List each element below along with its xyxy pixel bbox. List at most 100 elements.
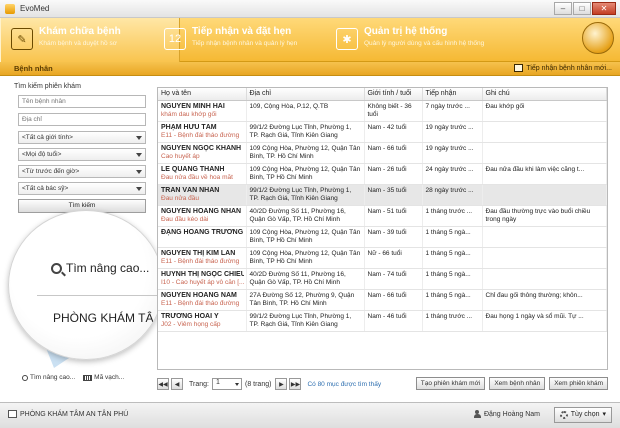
cell-name: NGUYỄN HOÀNG NHÂN Đau đầu kéo dài (158, 205, 247, 227)
options-label: Tùy chọn (570, 411, 600, 418)
current-user[interactable]: Đặng Hoàng Nam (473, 410, 540, 418)
received-time: 1 tháng 5 ngà... (425, 228, 471, 236)
patient-gender-age: Nam - 66 tuổi (367, 291, 407, 299)
cell-received: 19 ngày trước ... (422, 142, 483, 164)
chevron-down-icon (136, 153, 142, 157)
tab-quan-tri[interactable]: ✱ Quản trị hệ thống Quản lý người dùng v… (326, 18, 526, 62)
search-panel-title: Tìm kiếm phiên khám (14, 83, 81, 90)
column-header-address[interactable]: Địa chỉ (246, 88, 365, 101)
patient-address: 99/1/2 Đường Lục Tỉnh, Phường 1, TP. Rạc… (249, 123, 352, 140)
patient-name: PHẠM HỮU TÂM (161, 123, 217, 131)
patient-name-input[interactable] (18, 95, 146, 108)
barcode-link[interactable]: Mã vạch... (83, 374, 124, 381)
table-row[interactable]: TRẦN VĂN NHÂN Đau nửa đầu 99/1/2 Đường Lục… (158, 184, 607, 206)
user-icon (473, 410, 481, 418)
table-row[interactable]: LÊ QUANG THANH Đau nửa đầu về hoa mắt 109 … (158, 163, 607, 185)
tab-kham-chua-benh[interactable]: ✎ Khám chữa bệnh Khám bệnh và duyệt hồ s… (0, 18, 180, 62)
options-button[interactable]: Tùy chọn ▾ (553, 407, 612, 423)
cell-gender-age: Nam - 39 tuổi (364, 226, 423, 248)
maximize-button[interactable]: □ (573, 2, 591, 15)
statusbar: PHÒNG KHÁM TÂM AN TÂN PHÚ Đặng Hoàng Nam… (0, 402, 620, 428)
cell-gender-age: Nam - 51 tuổi (364, 205, 423, 227)
cell-address: 40/2D Đường Số 11, Phường 16, Quận Gò Vấ… (246, 268, 365, 290)
minimize-button[interactable]: – (554, 2, 572, 15)
home-icon (8, 410, 17, 418)
prev-page-button[interactable]: ◀ (171, 378, 183, 390)
view-visit-button[interactable]: Xem phiên khám (549, 377, 608, 390)
address-input[interactable] (18, 113, 146, 126)
close-button[interactable]: ✕ (592, 2, 616, 15)
cell-address: 109 Cộng Hòa, Phường 12, Quận Tân Bình, … (246, 247, 365, 269)
cell-name: PHẠM HỮU TÂM E11 - Bệnh đái tháo đường (158, 121, 247, 143)
results-count: Có 80 mục được tìm thấy (307, 380, 382, 388)
cell-note (482, 142, 607, 164)
new-patient-icon (514, 64, 524, 72)
table-row[interactable]: NGUYỄN HOÀNG NAM E11 - Bệnh đái tháo đườn… (158, 289, 607, 311)
cell-note: Đau đầu thường trực vào buổi chiều trong… (482, 205, 607, 227)
tab-tiep-nhan[interactable]: 12 Tiếp nhận và đặt hẹn Tiếp nhận bệnh n… (154, 18, 344, 62)
age-select[interactable]: <Mọi độ tuổi> (18, 148, 146, 161)
received-time: 19 ngày trước ... (425, 144, 474, 152)
page-select-value: 1 (215, 379, 220, 386)
chevron-down-icon (136, 187, 142, 191)
barcode-icon (83, 374, 93, 381)
patient-diagnosis: E11 - Bệnh đái tháo đường (161, 299, 240, 307)
last-page-button[interactable]: ▶▶ (289, 378, 302, 390)
gear-icon (559, 411, 568, 419)
cell-gender-age: Nam - 66 tuổi (364, 142, 423, 164)
patient-name: NGUYỄN MINH HẢI (161, 102, 225, 110)
received-time: 19 ngày trước ... (425, 123, 474, 131)
table-row[interactable]: NGUYỄN THỊ KIM LAN E11 - Bệnh đái tháo đư… (158, 247, 607, 269)
cell-note: Chỉ đau gối thông thường; khôn... (482, 289, 607, 311)
advanced-search-link[interactable]: Tìm nâng cao... (22, 374, 75, 381)
patient-name: LÊ QUANG THANH (161, 165, 225, 173)
clinic-name: PHÒNG KHÁM TÂM AN TÂN PHÚ (20, 410, 129, 418)
table-row[interactable]: HUỲNH THỊ NGỌC CHIÊU I10 - Cao huyết áp v… (158, 268, 607, 290)
patient-address: 99/1/2 Đường Lục Tỉnh, Phường 1, TP. Rạc… (249, 312, 352, 329)
new-reception-label: Tiếp nhận bệnh nhân mới... (526, 64, 612, 72)
time-select-value: <Từ trước đến giờ> (22, 168, 80, 175)
table-row[interactable]: NGUYỄN HOÀNG NHÂN Đau đầu kéo dài 40/2D Đư… (158, 205, 607, 227)
cell-address: 109 Cộng Hòa, Phường 12, Quận Tân Bình, … (246, 142, 365, 164)
gender-select[interactable]: <Tất cả giới tính> (18, 131, 146, 144)
cell-name: ĐẶNG HOÀNG TRƯỜNG (158, 226, 247, 248)
view-patient-button[interactable]: Xem bệnh nhân (489, 377, 546, 390)
patient-gender-age: Không biết - 36 tuổi (367, 102, 412, 119)
cell-address: 99/1/2 Đường Lục Tỉnh, Phường 1, TP. Rạc… (246, 184, 365, 206)
patient-address: 109, Cộng Hòa, P.12, Q.TB (249, 102, 329, 110)
column-header-name[interactable]: Họ và tên (158, 88, 247, 101)
patient-address: 109 Cộng Hòa, Phường 12, Quận Tân Bình, … (249, 144, 361, 161)
next-page-button[interactable]: ▶ (275, 378, 288, 390)
table-row[interactable]: NGUYỄN NGỌC KHÁNH Cao huyết áp 109 Cộng Hò… (158, 142, 607, 164)
clinic-info: PHÒNG KHÁM TÂM AN TÂN PHÚ (8, 410, 128, 418)
page-select[interactable]: 1 (211, 378, 242, 390)
patient-gender-age: Nữ - 66 tuổi (367, 249, 402, 257)
cell-received: 1 tháng 5 ngà... (422, 289, 483, 311)
table-row[interactable]: TRƯƠNG HOÀI Ý J02 - Viêm họng cấp 99/1/2 Đ… (158, 310, 607, 332)
time-select[interactable]: <Từ trước đến giờ> (18, 165, 146, 178)
doctor-select[interactable]: <Tất cả bác sỹ> (18, 182, 146, 195)
user-name: Đặng Hoàng Nam (483, 410, 540, 418)
new-reception-button[interactable]: Tiếp nhận bệnh nhân mới... (514, 64, 612, 72)
cell-name: NGUYỄN NGỌC KHÁNH Cao huyết áp (158, 142, 247, 164)
patient-name: TRƯƠNG HOÀI Ý (161, 312, 219, 320)
column-header-note[interactable]: Ghi chú (482, 88, 607, 101)
table-row[interactable]: PHẠM HỮU TÂM E11 - Bệnh đái tháo đường 99/… (158, 121, 607, 143)
patient-diagnosis: Cao huyết áp (161, 152, 200, 160)
table-row[interactable]: ĐẶNG HOÀNG TRƯỜNG 109 Cộng Hòa, Phường 12… (158, 226, 607, 248)
patient-address: 109 Cộng Hòa, Phường 12, Quận Tân Bình, … (249, 165, 361, 182)
table-row[interactable]: NGUYỄN MINH HẢI khám dau khớp gối 109, Cộn… (158, 100, 607, 122)
column-header-gender-age[interactable]: Giới tính / tuổi (364, 88, 423, 101)
patient-address: 109 Cộng Hòa, Phường 12, Quận Tân Bình, … (249, 249, 361, 266)
patient-gender-age: Nam - 46 tuổi (367, 312, 407, 320)
visit-note: Đau họng 1 ngày và sổ mũi. Tự ... (485, 312, 584, 320)
visit-note: Chỉ đau gối thông thường; khôn... (485, 291, 583, 299)
breadcrumb: Bệnh nhân (14, 64, 53, 73)
first-page-button[interactable]: ◀◀ (157, 378, 169, 390)
column-header-received[interactable]: Tiếp nhận (422, 88, 483, 101)
cell-gender-age: Nữ - 66 tuổi (364, 247, 423, 269)
age-select-value: <Mọi độ tuổi> (22, 151, 62, 158)
new-visit-button[interactable]: Tạo phiên khám mới (415, 377, 486, 390)
window-titlebar: EvoMed – □ ✕ (0, 0, 620, 18)
cell-address: 27A Đường Số 12, Phường 9, Quận Tân Bình… (246, 289, 365, 311)
